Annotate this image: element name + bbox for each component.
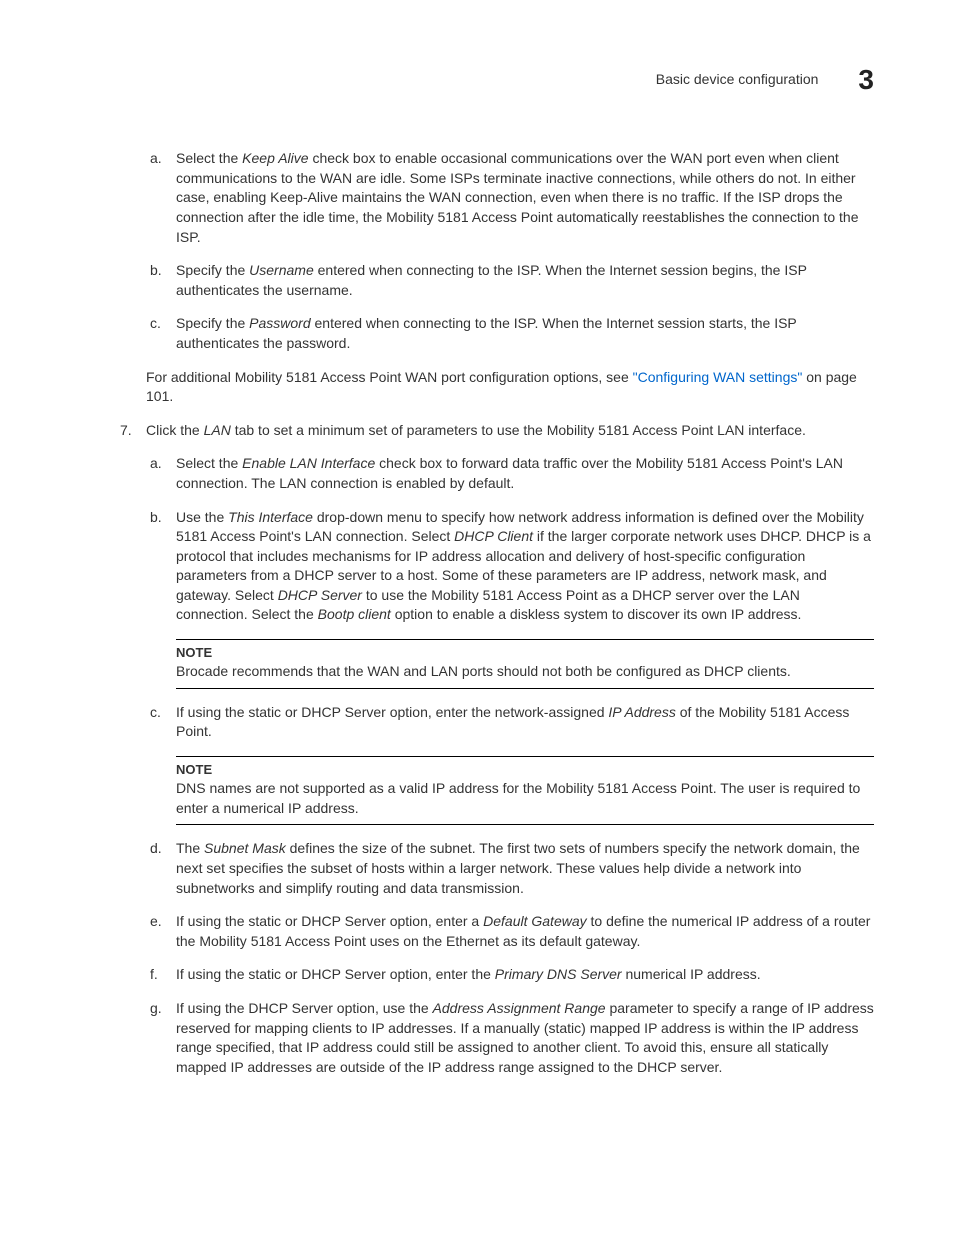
marker: d.: [150, 839, 176, 898]
note-text: Brocade recommends that the WAN and LAN …: [176, 662, 874, 682]
marker: a.: [150, 454, 176, 493]
item-text: Specify the Password entered when connec…: [176, 314, 874, 353]
marker: a.: [150, 149, 176, 247]
marker: b.: [150, 508, 176, 626]
item-text: Select the Enable LAN Interface check bo…: [176, 454, 874, 493]
sub-item-b: b. Use the This Interface drop-down menu…: [150, 508, 874, 626]
note-label: NOTE: [176, 761, 874, 779]
note-box: NOTE Brocade recommends that the WAN and…: [176, 639, 874, 689]
sub-item-d: d. The Subnet Mask defines the size of t…: [150, 839, 874, 898]
sub-item-a: a. Select the Keep Alive check box to en…: [150, 149, 874, 247]
item-text: The Subnet Mask defines the size of the …: [176, 839, 874, 898]
sub-item-f: f. If using the static or DHCP Server op…: [150, 965, 874, 985]
marker: g.: [150, 999, 176, 1077]
note-text: DNS names are not supported as a valid I…: [176, 779, 874, 818]
marker: c.: [150, 703, 176, 742]
note-box: NOTE DNS names are not supported as a va…: [176, 756, 874, 825]
link-configuring-wan[interactable]: "Configuring WAN settings": [633, 369, 803, 385]
sub-item-c: c. If using the static or DHCP Server op…: [150, 703, 874, 742]
item-text: Specify the Username entered when connec…: [176, 261, 874, 300]
marker: e.: [150, 912, 176, 951]
item-text: If using the DHCP Server option, use the…: [176, 999, 874, 1077]
paragraph: For additional Mobility 5181 Access Poin…: [146, 368, 874, 407]
marker: 7.: [120, 421, 146, 441]
sub-item-g: g. If using the DHCP Server option, use …: [150, 999, 874, 1077]
chapter-number: 3: [858, 60, 874, 99]
sub-item-b: b. Specify the Username entered when con…: [150, 261, 874, 300]
sub-item-e: e. If using the static or DHCP Server op…: [150, 912, 874, 951]
note-label: NOTE: [176, 644, 874, 662]
header-title: Basic device configuration: [656, 70, 819, 90]
item-text: Click the LAN tab to set a minimum set o…: [146, 421, 874, 441]
sub-item-c: c. Specify the Password entered when con…: [150, 314, 874, 353]
sub-item-a: a. Select the Enable LAN Interface check…: [150, 454, 874, 493]
item-text: If using the static or DHCP Server optio…: [176, 703, 874, 742]
marker: f.: [150, 965, 176, 985]
item-text: If using the static or DHCP Server optio…: [176, 912, 874, 951]
item-text: Select the Keep Alive check box to enabl…: [176, 149, 874, 247]
item-text: Use the This Interface drop-down menu to…: [176, 508, 874, 626]
marker: c.: [150, 314, 176, 353]
step-7: 7. Click the LAN tab to set a minimum se…: [120, 421, 874, 441]
item-text: If using the static or DHCP Server optio…: [176, 965, 874, 985]
page-header: Basic device configuration 3: [80, 60, 874, 99]
marker: b.: [150, 261, 176, 300]
